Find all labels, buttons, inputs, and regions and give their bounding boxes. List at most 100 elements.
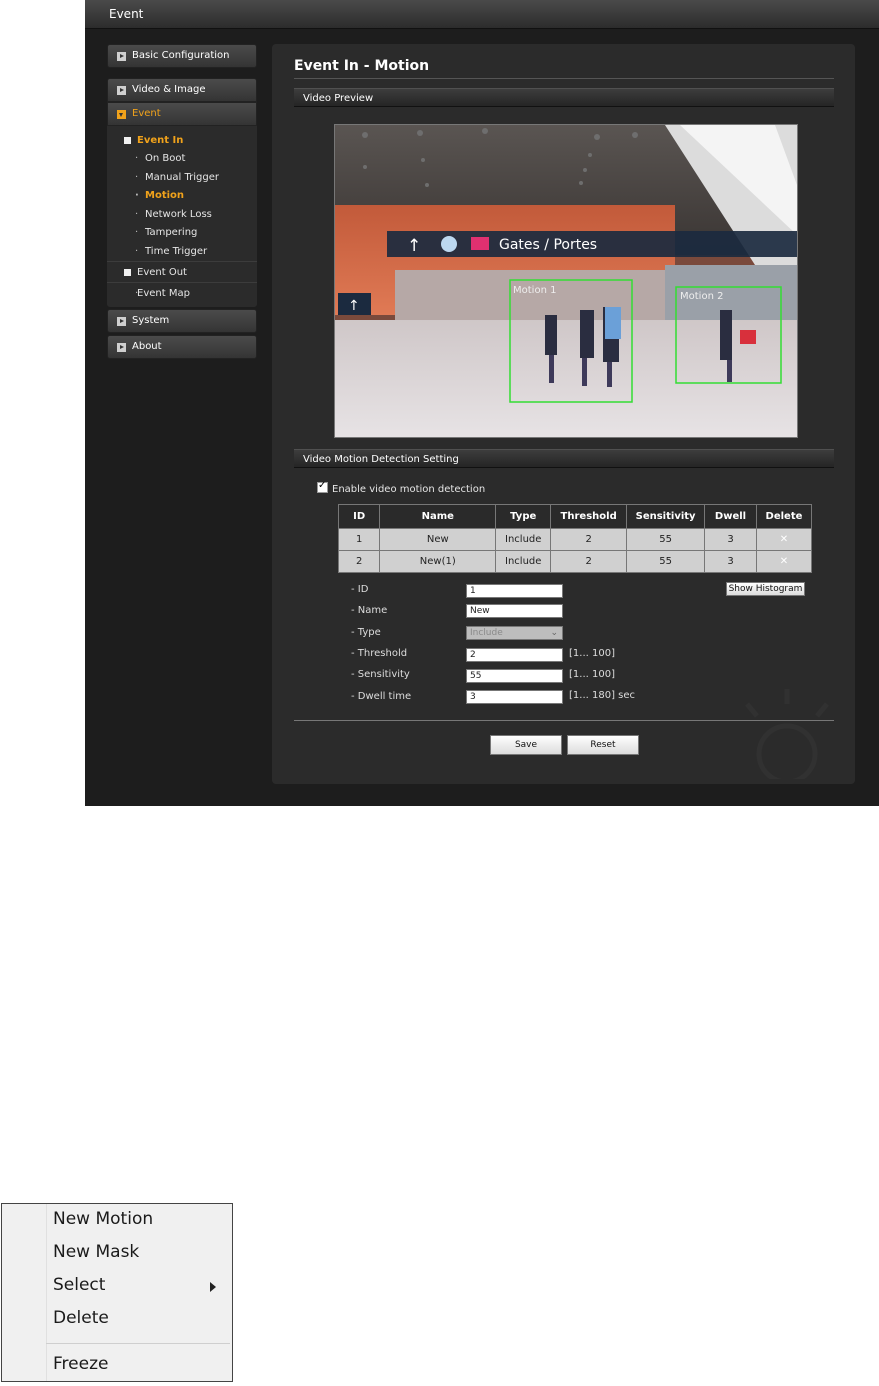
menu-item-delete[interactable]: Delete (53, 1308, 109, 1328)
svg-text:↑: ↑ (407, 236, 421, 256)
id-field[interactable]: 1 (466, 584, 563, 598)
expand-arrow-icon (117, 317, 126, 326)
event-submenu: Event In On Boot Manual Trigger Motion N… (107, 126, 257, 307)
enable-motion-detection[interactable]: Enable video motion detection (317, 480, 486, 495)
cell-name: New(1) (379, 550, 497, 573)
col-id: ID (337, 504, 381, 529)
save-button[interactable]: Save (490, 735, 562, 755)
enable-label: Enable video motion detection (332, 484, 486, 495)
nav-label: System (132, 315, 170, 326)
col-name: Name (379, 504, 497, 529)
sensitivity-label: - Sensitivity (351, 669, 410, 680)
camera-image: ↑ Gates / Portes ↑ Motion 1 Motion 2 (335, 125, 797, 437)
nav-motion[interactable]: Motion (107, 187, 257, 206)
col-delete: Delete (755, 504, 813, 529)
nav-about[interactable]: About (107, 335, 257, 359)
cell-dwell: 3 (704, 528, 757, 551)
window-title: Event (85, 0, 879, 29)
sensitivity-hint: [1... 100] (569, 669, 615, 680)
col-threshold: Threshold (550, 504, 628, 529)
table-row[interactable]: 1 New Include 2 55 3 ✕ (337, 528, 813, 551)
zone-label-2: Motion 2 (680, 291, 723, 302)
cell-id: 1 (337, 528, 381, 551)
page-title: Event In - Motion (294, 58, 430, 74)
nav-event-map[interactable]: Event Map (107, 283, 257, 307)
cell-sensitivity: 55 (626, 528, 706, 551)
nav-video-image[interactable]: Video & Image (107, 78, 257, 102)
section-video-preview: Video Preview (294, 88, 834, 107)
nav-event-out[interactable]: Event Out (107, 264, 257, 282)
siren-watermark-icon (745, 689, 829, 779)
delete-icon[interactable]: ✕ (755, 550, 813, 573)
expand-arrow-icon (117, 343, 126, 352)
nav-network-loss[interactable]: Network Loss (107, 206, 257, 225)
nav-label: About (132, 341, 162, 352)
nav-label: Event Out (137, 267, 187, 278)
expand-arrow-icon (117, 86, 126, 95)
chevron-down-icon: ⌄ (550, 628, 558, 638)
reset-button[interactable]: Reset (567, 735, 639, 755)
menu-item-select[interactable]: Select (53, 1275, 105, 1295)
name-field[interactable]: New (466, 604, 563, 618)
name-label: - Name (351, 605, 388, 616)
col-type: Type (495, 504, 552, 529)
video-preview[interactable]: ↑ Gates / Portes ↑ Motion 1 Motion 2 (334, 124, 798, 438)
cell-type: Include (495, 550, 552, 573)
divider (294, 78, 834, 79)
menu-item-freeze[interactable]: Freeze (53, 1354, 108, 1374)
dwell-field[interactable]: 3 (466, 690, 563, 704)
type-select[interactable]: Include ⌄ (466, 626, 563, 640)
expand-arrow-icon (117, 52, 126, 61)
table-header-row: ID Name Type Threshold Sensitivity Dwell… (337, 504, 813, 529)
cell-sensitivity: 55 (626, 550, 706, 573)
nav-label: Event In (137, 135, 184, 146)
section-motion-detection-setting: Video Motion Detection Setting (294, 449, 834, 468)
cell-id: 2 (337, 550, 381, 573)
dwell-label: - Dwell time (351, 691, 412, 702)
col-dwell: Dwell (704, 504, 757, 529)
col-sensitivity: Sensitivity (626, 504, 706, 529)
checkbox-checked-icon[interactable] (317, 480, 328, 493)
cell-name: New (379, 528, 497, 551)
zone-label-1: Motion 1 (513, 285, 556, 296)
delete-icon[interactable]: ✕ (755, 528, 813, 551)
type-value: Include (470, 628, 503, 638)
nav-event[interactable]: Event (107, 102, 257, 126)
nav-tampering[interactable]: Tampering (107, 224, 257, 243)
nav-event-in[interactable]: Event In (107, 132, 257, 150)
submenu-arrow-icon (210, 1282, 216, 1292)
nav-on-boot[interactable]: On Boot (107, 150, 257, 169)
sensitivity-field[interactable]: 55 (466, 669, 563, 683)
cell-threshold: 2 (550, 550, 628, 573)
svg-text:↑: ↑ (348, 298, 360, 314)
nav-manual-trigger[interactable]: Manual Trigger (107, 169, 257, 188)
nav-time-trigger[interactable]: Time Trigger (107, 243, 257, 262)
cell-type: Include (495, 528, 552, 551)
context-menu: New Motion New Mask Select Delete Freeze (1, 1203, 233, 1382)
nav-system[interactable]: System (107, 309, 257, 333)
menu-item-new-motion[interactable]: New Motion (53, 1209, 153, 1229)
show-histogram-button[interactable]: Show Histogram (726, 582, 805, 596)
menu-separator (46, 1343, 230, 1344)
nav-label: Video & Image (132, 84, 206, 95)
app-window: Event Basic Configuration Video & Image … (85, 0, 879, 806)
cell-dwell: 3 (704, 550, 757, 573)
motion-table: ID Name Type Threshold Sensitivity Dwell… (337, 504, 813, 573)
collapse-arrow-icon (117, 110, 126, 119)
threshold-field[interactable]: 2 (466, 648, 563, 662)
menu-item-new-mask[interactable]: New Mask (53, 1242, 139, 1262)
divider (107, 261, 257, 262)
nav-label: Basic Configuration (132, 50, 230, 61)
main-panel: Event In - Motion Video Preview ↑ Gates … (272, 44, 855, 784)
square-bullet-icon (124, 137, 131, 144)
threshold-hint: [1... 100] (569, 648, 615, 659)
nav-basic-configuration[interactable]: Basic Configuration (107, 44, 257, 68)
threshold-label: - Threshold (351, 648, 408, 659)
cell-threshold: 2 (550, 528, 628, 551)
type-label: - Type (351, 627, 381, 638)
sign-text: Gates / Portes (499, 237, 597, 253)
sidebar: Basic Configuration Video & Image Event … (107, 44, 257, 369)
table-row[interactable]: 2 New(1) Include 2 55 3 ✕ (337, 550, 813, 573)
nav-label: Event (132, 108, 161, 119)
id-label: - ID (351, 584, 369, 595)
